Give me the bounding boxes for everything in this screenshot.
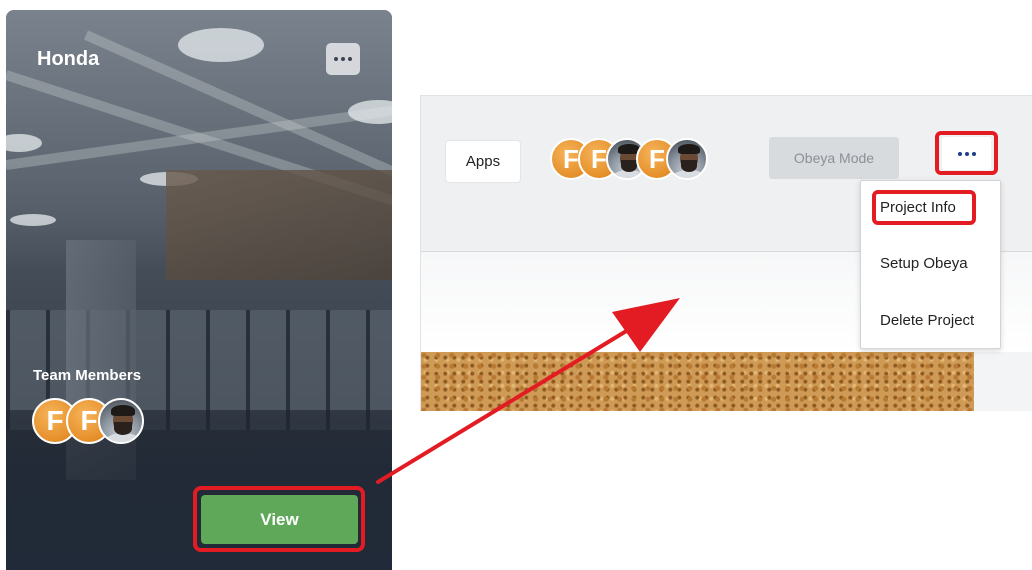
avatar-initial: F	[649, 143, 665, 174]
project-info-highlight	[872, 190, 976, 225]
avatar-photo[interactable]	[98, 398, 144, 444]
obeya-mode-button[interactable]: Obeya Mode	[769, 137, 899, 179]
header-more-button[interactable]	[942, 137, 991, 170]
avatar-photo[interactable]	[666, 138, 708, 180]
background-wood-panel	[166, 170, 392, 280]
header-team-avatars: F F F	[550, 138, 720, 184]
team-avatars: F F	[32, 398, 172, 446]
card-more-button[interactable]	[326, 43, 360, 75]
corkboard-background	[421, 352, 974, 411]
avatar-initial: F	[80, 405, 98, 436]
menu-item-setup-obeya[interactable]: Setup Obeya	[861, 248, 1002, 278]
background-lamp	[10, 214, 56, 226]
avatar-initial: F	[591, 143, 607, 174]
apps-button[interactable]: Apps	[445, 140, 521, 183]
menu-item-delete-project[interactable]: Delete Project	[861, 305, 1002, 335]
avatar-initial: F	[563, 143, 579, 174]
more-horizontal-icon	[334, 57, 352, 61]
avatar-initial: F	[46, 405, 64, 436]
view-button[interactable]: View	[201, 495, 358, 544]
background-lamp	[178, 28, 264, 62]
project-title: Honda	[37, 48, 100, 70]
more-horizontal-icon	[957, 151, 976, 156]
team-members-label: Team Members	[33, 367, 142, 384]
